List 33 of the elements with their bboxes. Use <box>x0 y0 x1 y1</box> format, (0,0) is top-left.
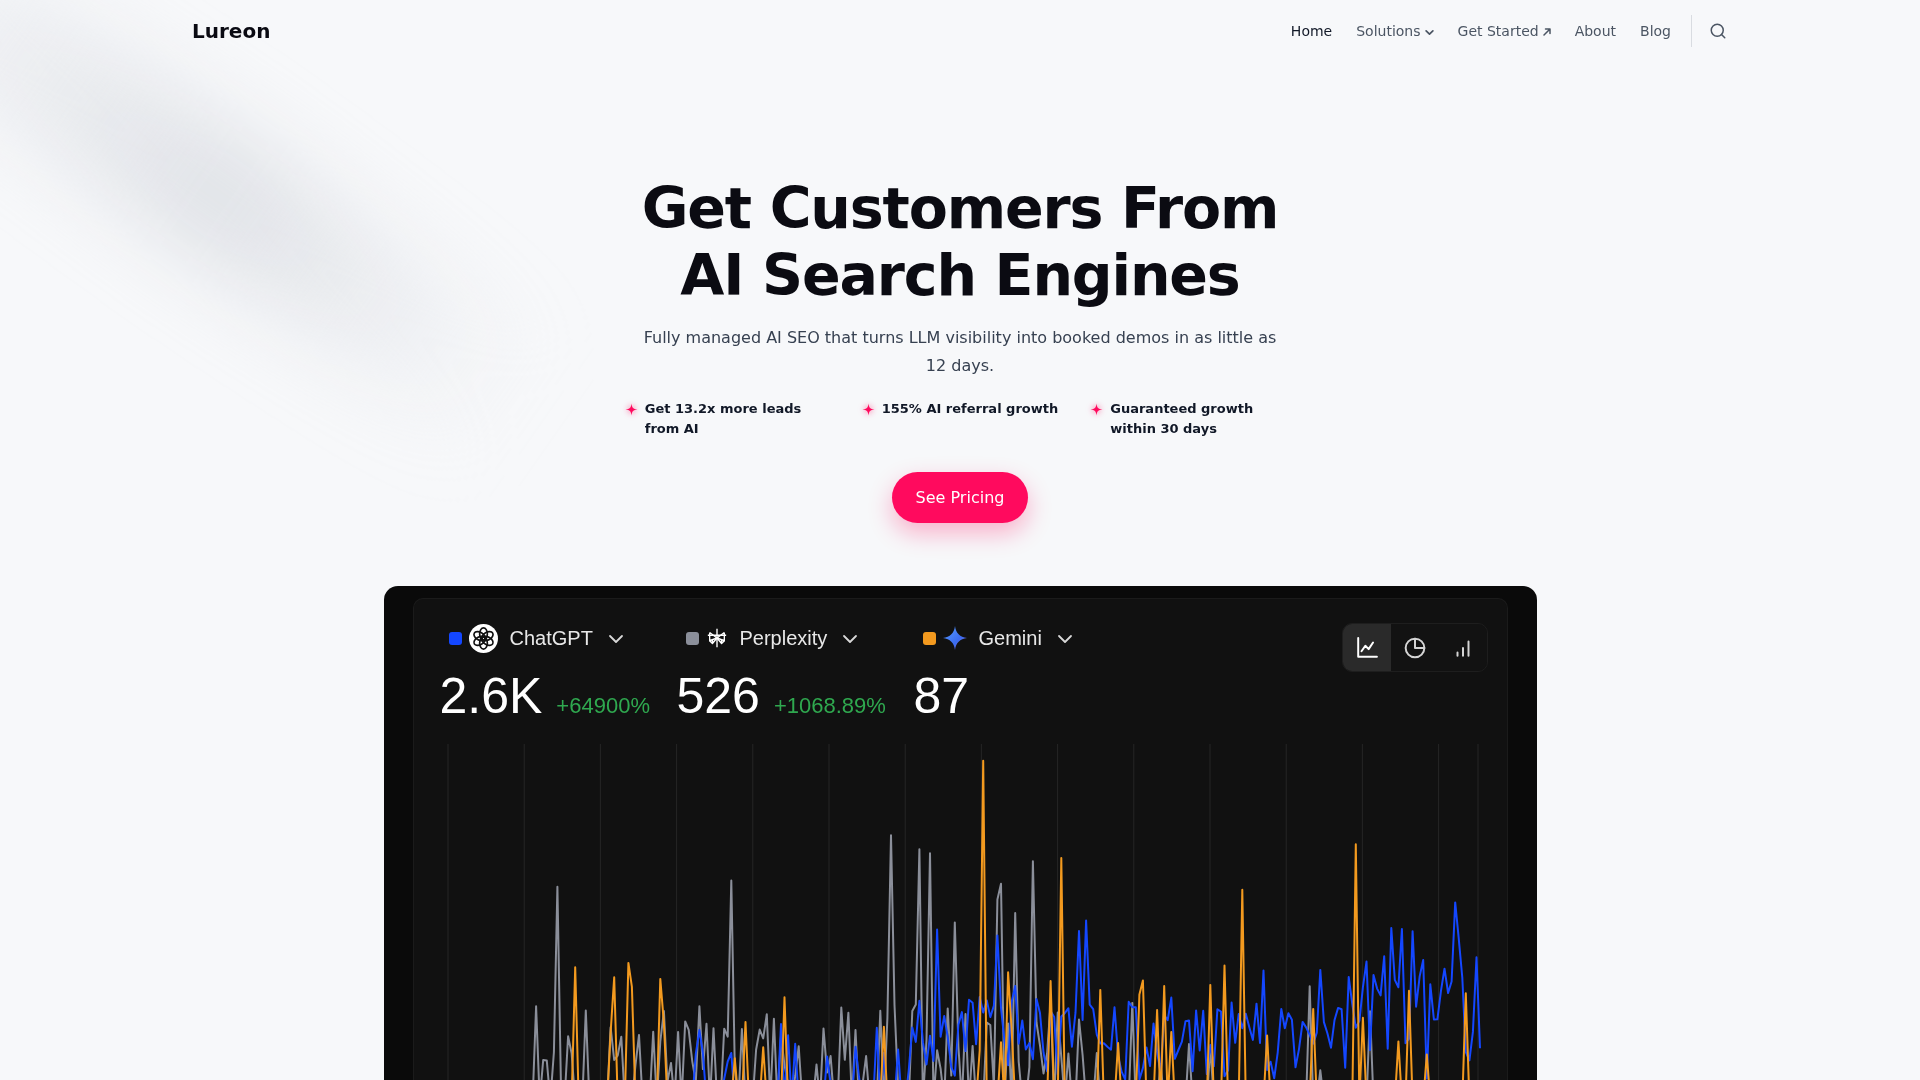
change-percent: +64900% <box>556 692 650 720</box>
highlight-text: Get 13.2x more leads from AI <box>644 400 803 438</box>
metric-value: 526 <box>676 671 760 721</box>
line-chart-toggle[interactable] <box>1342 624 1391 671</box>
knot-logo-icon <box>468 623 498 653</box>
nav-link[interactable]: About <box>1574 20 1617 42</box>
series-select[interactable]: Gemini <box>978 623 1073 653</box>
hero-subtitle: Fully managed AI SEO that turns LLM visibility into booked demos in as little as 12 days. <box>642 327 1278 377</box>
hero-title: Get Customers From AI Search Engines <box>640 175 1280 309</box>
geometric-logo-icon <box>705 627 728 649</box>
brand-logo[interactable]: Lureon <box>192 16 271 46</box>
metric-value: 2.6K <box>439 671 543 721</box>
see-pricing-button[interactable]: See Pricing <box>891 472 1029 523</box>
sparkle-icon <box>861 403 875 416</box>
pie-chart-icon <box>1403 636 1426 659</box>
sparkle-icon <box>1090 403 1104 416</box>
highlight-text: 155% AI referral growth <box>881 400 1059 418</box>
nav-link[interactable]: Get Started <box>1457 20 1551 42</box>
series-select[interactable]: Perplexity <box>739 623 859 653</box>
nav-link[interactable]: Blog <box>1640 20 1671 42</box>
arrow-up-right-icon <box>1542 28 1551 36</box>
nav-link[interactable]: Solutions <box>1356 20 1434 42</box>
line-chart-icon <box>1355 636 1378 659</box>
change-percent: +1068.89% <box>773 692 886 720</box>
series-select[interactable]: ChatGPT <box>509 623 624 653</box>
sparkle-logo-icon <box>942 626 967 650</box>
highlight-text: Guaranteed growth within 30 days <box>1110 400 1255 438</box>
metric-value: 87 <box>913 671 970 721</box>
search-icon <box>1709 22 1727 40</box>
sparkle-icon <box>624 403 638 416</box>
nav-link[interactable]: Home <box>1290 20 1333 42</box>
chevron-down-icon <box>1424 27 1434 37</box>
search-button[interactable] <box>1708 21 1728 41</box>
